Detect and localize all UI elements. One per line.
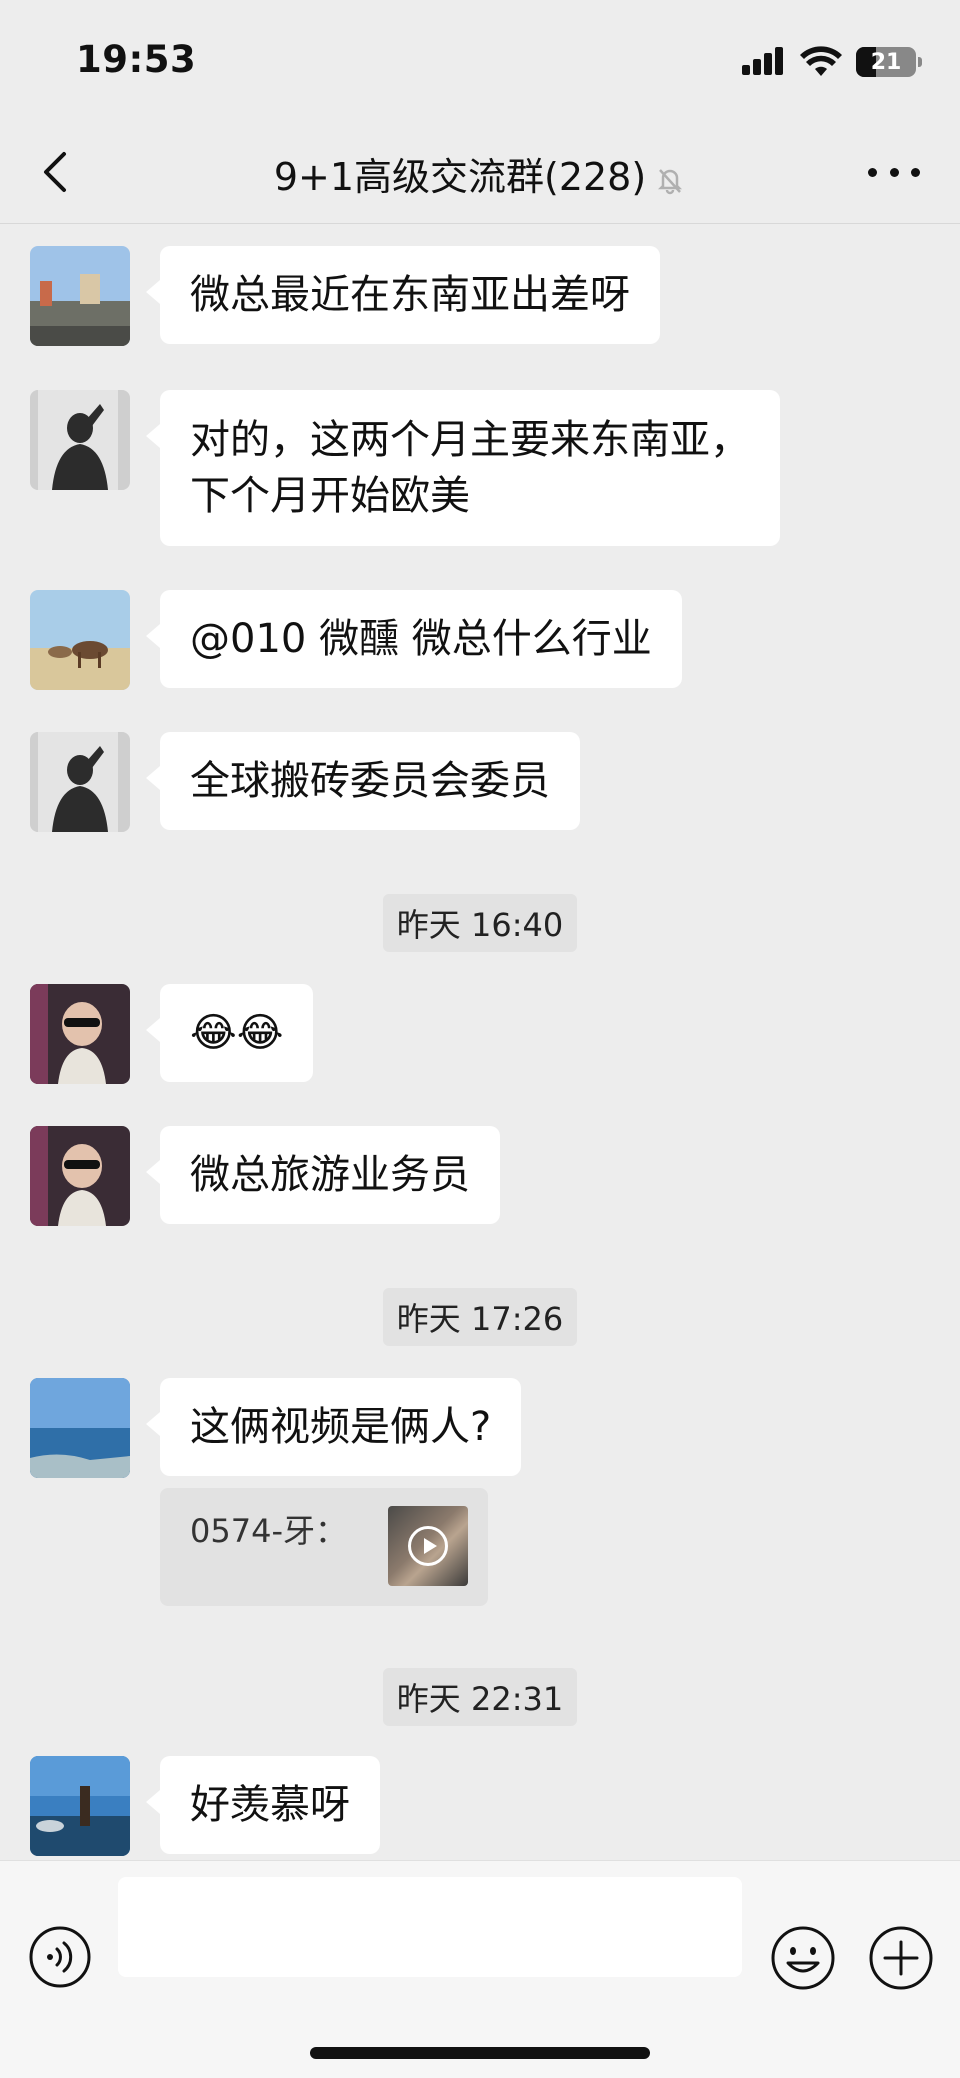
emoji-button[interactable] bbox=[770, 1925, 836, 1991]
avatar-dark-silhouette-icon[interactable] bbox=[30, 732, 130, 832]
quoted-message[interactable]: 0574-牙： bbox=[160, 1488, 488, 1606]
timestamp-label: 昨天 17:26 bbox=[382, 1288, 578, 1346]
message-bubble[interactable]: @010 微醺 微总什么行业 bbox=[146, 590, 682, 688]
more-dot-icon bbox=[911, 167, 920, 177]
avatar-horses-icon[interactable] bbox=[30, 590, 130, 690]
home-indicator bbox=[310, 2047, 650, 2059]
message-text: 微总旅游业务员 bbox=[190, 1152, 470, 1198]
timestamp: 昨天 17:26 bbox=[0, 1288, 960, 1346]
message-bubble[interactable]: 微总最近在东南亚出差呀 bbox=[146, 246, 660, 344]
wifi-icon bbox=[800, 46, 842, 76]
mute-bell-icon bbox=[658, 168, 683, 194]
message-bubble[interactable]: 全球搬砖委员会委员 bbox=[146, 732, 580, 830]
status-time: 19:53 bbox=[76, 38, 197, 81]
message-text: 好羡慕呀 bbox=[190, 1782, 350, 1828]
status-icons: 21 bbox=[742, 44, 922, 80]
voice-input-button[interactable] bbox=[28, 1925, 92, 1989]
message-input[interactable] bbox=[118, 1877, 742, 1977]
message-bubble[interactable]: 微总旅游业务员 bbox=[146, 1126, 500, 1224]
message-bubble[interactable]: 好羡慕呀 bbox=[146, 1756, 380, 1854]
message-bubble[interactable]: 这俩视频是俩人? bbox=[145, 1378, 522, 1476]
message-text: @010 微醺 微总什么行业 bbox=[190, 616, 652, 662]
chat-title-group: 9+1高级交流群(228) bbox=[0, 146, 960, 201]
avatar-child-sunglasses-icon[interactable] bbox=[30, 984, 130, 1084]
chat-title: 9+1高级交流群(228) bbox=[273, 155, 647, 199]
message-text: 全球搬砖委员会委员 bbox=[190, 758, 550, 804]
message-text: 这俩视频是俩人? bbox=[190, 1404, 492, 1450]
timestamp-label: 昨天 16:40 bbox=[382, 894, 578, 952]
chat-area[interactable]: 微总最近在东南亚出差呀 对的，这两个月主要来东南亚， 下个月开始欧美 @010 … bbox=[0, 224, 960, 1860]
message-text: 微总最近在东南亚出差呀 bbox=[190, 272, 630, 318]
more-dot-icon bbox=[889, 167, 899, 177]
avatar-sea-view-icon[interactable] bbox=[30, 1378, 130, 1478]
avatar-street-scene-icon[interactable] bbox=[30, 246, 130, 346]
quote-sender: 0574-牙： bbox=[190, 1512, 347, 1550]
play-icon bbox=[408, 1526, 448, 1566]
input-bar bbox=[0, 1860, 960, 2078]
more-options-button[interactable] bbox=[868, 158, 920, 186]
avatar-dark-silhouette-icon[interactable] bbox=[30, 390, 130, 490]
message-bubble[interactable]: 😂😂 bbox=[145, 984, 314, 1082]
timestamp: 昨天 16:40 bbox=[0, 894, 960, 952]
timestamp-label: 昨天 22:31 bbox=[382, 1668, 578, 1726]
video-thumbnail[interactable] bbox=[388, 1506, 468, 1586]
avatar-beach-person-icon[interactable] bbox=[30, 1756, 130, 1856]
message-text-line: 对的，这两个月主要来东南亚， bbox=[190, 417, 750, 463]
more-dot-icon bbox=[868, 167, 877, 177]
cellular-signal-icon bbox=[742, 47, 786, 77]
status-bar: 19:53 21 bbox=[0, 0, 960, 120]
more-functions-button[interactable] bbox=[868, 1925, 934, 1991]
battery-icon: 21 bbox=[856, 47, 922, 77]
message-bubble[interactable]: 对的，这两个月主要来东南亚， 下个月开始欧美 bbox=[146, 390, 780, 546]
message-text: 😂😂 bbox=[190, 1010, 284, 1056]
battery-level: 21 bbox=[870, 49, 902, 75]
nav-bar: 9+1高级交流群(228) bbox=[0, 120, 960, 224]
timestamp: 昨天 22:31 bbox=[0, 1668, 960, 1726]
avatar-child-sunglasses-icon[interactable] bbox=[30, 1126, 130, 1226]
message-text-line: 下个月开始欧美 bbox=[190, 473, 470, 519]
